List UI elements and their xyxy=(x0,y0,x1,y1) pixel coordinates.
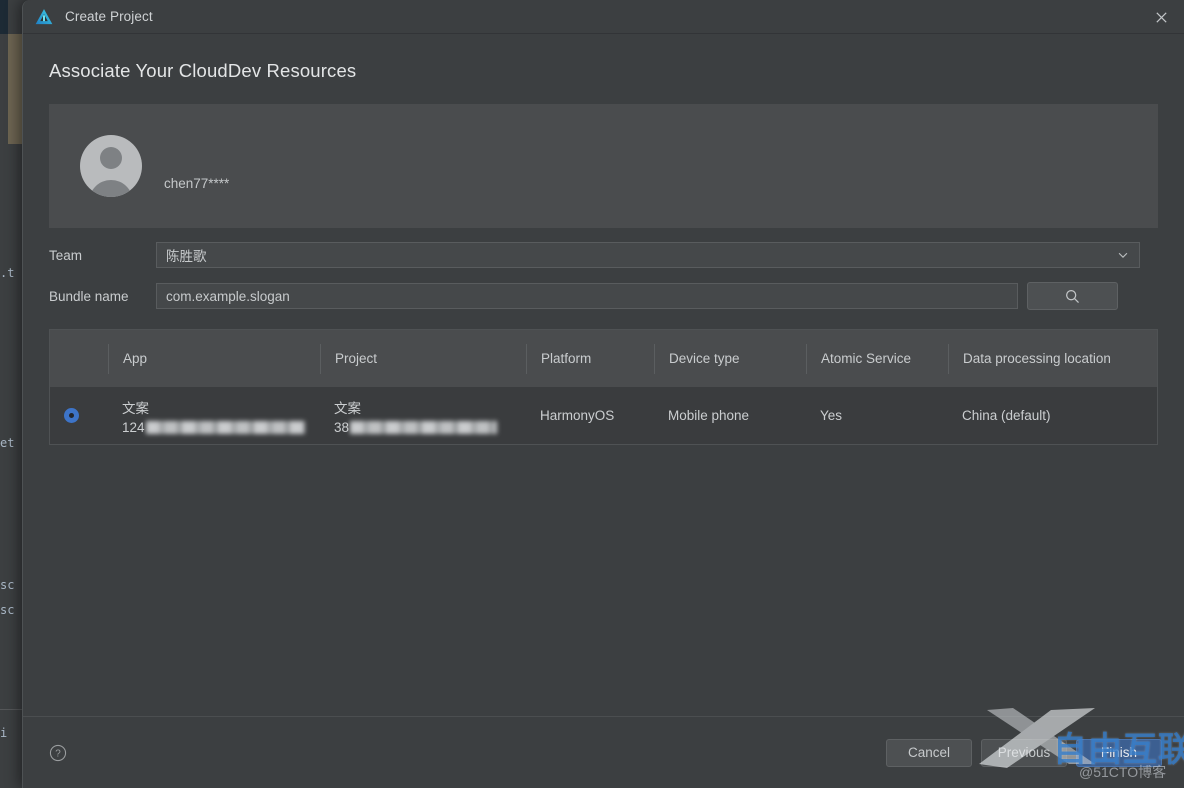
bg-code-fragment: .t xyxy=(0,266,15,280)
close-icon[interactable] xyxy=(1138,0,1184,34)
bg-code-fragment: sc xyxy=(0,603,15,617)
row-select-cell[interactable] xyxy=(50,387,108,444)
cancel-button[interactable]: Cancel xyxy=(886,738,972,767)
column-header-device-type: Device type xyxy=(654,343,806,374)
deveco-studio-logo-icon xyxy=(35,8,53,24)
column-header-platform: Platform xyxy=(526,343,654,374)
bg-panel-divider xyxy=(0,709,22,710)
row-app-id-prefix: 124 xyxy=(122,419,145,435)
bg-highlight-stripe xyxy=(8,34,22,144)
bundle-row: Bundle name com.example.slogan xyxy=(49,282,1158,310)
row-project-id: 38 xyxy=(334,420,526,435)
close-glyph xyxy=(1155,11,1167,23)
row-atomic-service-cell: Yes xyxy=(820,408,843,423)
bg-accent-stripe xyxy=(0,0,8,34)
account-card: chen77**** xyxy=(49,104,1158,228)
row-data-processing-location-cell: China (default) xyxy=(962,408,1051,423)
row-project-cell: 文案 38 xyxy=(320,387,526,444)
bundle-name-input[interactable]: com.example.slogan xyxy=(156,283,1018,309)
search-button[interactable] xyxy=(1027,282,1118,310)
bundle-name-label: Bundle name xyxy=(49,288,129,304)
previous-button[interactable]: Previous xyxy=(981,738,1067,767)
svg-text:?: ? xyxy=(55,748,61,759)
create-project-dialog: Create Project Associate Your CloudDev R… xyxy=(22,0,1184,788)
row-project-name: 文案 xyxy=(334,400,361,416)
dialog-content: Associate Your CloudDev Resources chen77… xyxy=(23,60,1184,445)
redacted-project-id xyxy=(350,420,498,434)
team-row: Team 陈胜歌 xyxy=(49,242,1158,268)
avatar-head xyxy=(100,147,122,169)
user-avatar-icon xyxy=(80,135,142,197)
finish-button[interactable]: Finish xyxy=(1076,738,1162,767)
footer-button-group: Cancel Previous Finish xyxy=(886,738,1162,767)
resources-table: App Project Platform Device type Atomic … xyxy=(49,329,1158,445)
account-username: chen77**** xyxy=(164,175,230,191)
row-platform-cell: HarmonyOS xyxy=(540,408,615,423)
team-selected-value: 陈胜歌 xyxy=(166,249,207,264)
team-label: Team xyxy=(49,247,83,263)
column-header-atomic-service: Atomic Service xyxy=(806,343,948,374)
row-device-type-cell: Mobile phone xyxy=(668,408,750,423)
avatar-body xyxy=(89,180,133,197)
row-app-cell: 文案 124 xyxy=(108,387,320,444)
row-app-name: 文案 xyxy=(122,400,149,416)
radio-dot xyxy=(69,413,74,418)
table-row[interactable]: 文案 124 文案 38 HarmonyOS Mobile phone Yes xyxy=(50,387,1157,444)
page-title: Associate Your CloudDev Resources xyxy=(49,60,357,81)
team-select[interactable]: 陈胜歌 xyxy=(156,242,1140,268)
bundle-name-value: com.example.slogan xyxy=(166,288,290,304)
row-radio-button[interactable] xyxy=(64,408,79,423)
column-header-data-processing-location: Data processing location xyxy=(948,343,1148,374)
bg-code-fragment: et xyxy=(0,436,15,450)
search-icon xyxy=(1066,289,1079,303)
bg-code-fragment: i xyxy=(0,726,8,740)
row-app-id: 124 xyxy=(122,420,320,435)
dialog-title: Create Project xyxy=(65,9,153,24)
column-header-app: App xyxy=(108,343,320,374)
bg-left-panel xyxy=(0,144,22,788)
dialog-title-bar: Create Project xyxy=(23,0,1184,34)
column-header-project: Project xyxy=(320,343,526,374)
dialog-footer: ? Cancel Previous Finish xyxy=(23,716,1184,788)
redacted-app-id xyxy=(145,420,305,434)
bg-code-fragment: sc xyxy=(0,578,15,592)
table-header-row: App Project Platform Device type Atomic … xyxy=(50,330,1157,387)
column-header-select xyxy=(50,344,108,374)
row-project-id-prefix: 38 xyxy=(334,419,350,435)
help-circle-icon[interactable]: ? xyxy=(49,744,67,762)
chevron-down-icon xyxy=(1116,248,1130,262)
